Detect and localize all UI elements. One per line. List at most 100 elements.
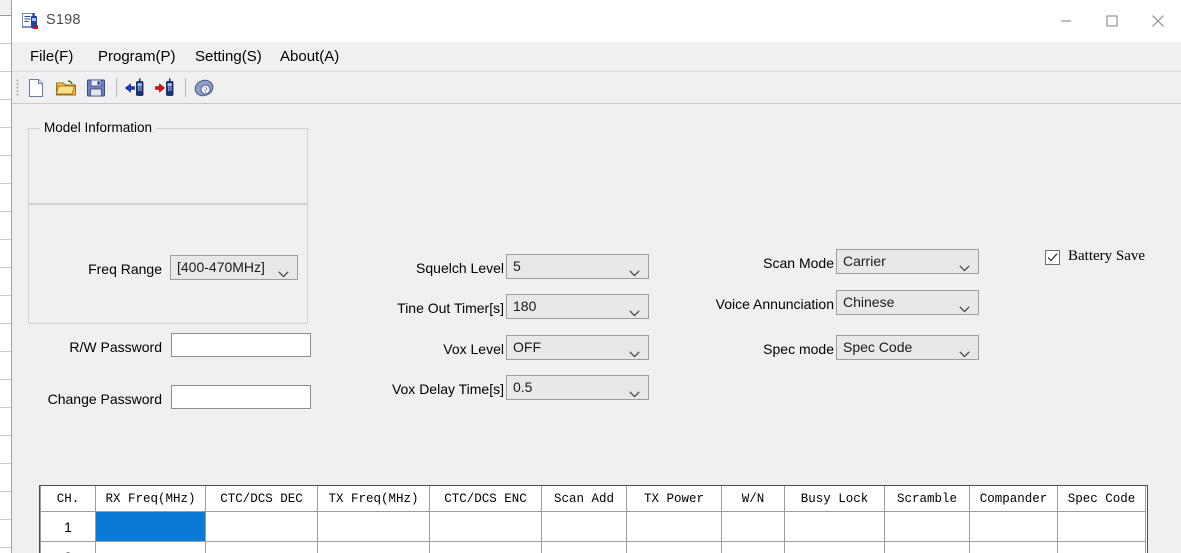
- col-header-ctc-dcs-dec[interactable]: CTC/DCS DEC: [205, 486, 318, 512]
- table-cell[interactable]: [205, 511, 318, 542]
- table-cell[interactable]: [969, 541, 1058, 553]
- table-cell[interactable]: [429, 541, 542, 553]
- vox-delay-time-combo[interactable]: 0.5: [506, 375, 649, 400]
- table-cell[interactable]: [884, 511, 970, 542]
- col-header-ctc-dcs-enc[interactable]: CTC/DCS ENC: [429, 486, 542, 512]
- table-cell[interactable]: [1057, 541, 1146, 553]
- table-cell[interactable]: [95, 541, 206, 553]
- chevron-down-icon: [959, 259, 970, 272]
- col-header-tx-power[interactable]: TX Power: [626, 486, 722, 512]
- col-header-rx-freq[interactable]: RX Freq(MHz): [95, 486, 206, 512]
- change-password-field[interactable]: [171, 385, 311, 409]
- voice-annunciation-label: Voice Annunciation: [715, 296, 834, 312]
- chevron-down-icon: [629, 345, 640, 358]
- window-title: S198: [46, 12, 81, 28]
- read-from-radio-icon[interactable]: [124, 77, 146, 99]
- channel-table: CH. RX Freq(MHz) CTC/DCS DEC TX Freq(MHz…: [40, 486, 1146, 553]
- menu-bar: File(F) Program(P) Setting(S) About(A): [12, 42, 1181, 72]
- menu-setting[interactable]: Setting(S): [189, 46, 268, 67]
- col-header-compander[interactable]: Compander: [969, 486, 1058, 512]
- squelch-level-label: Squelch Level: [416, 260, 504, 276]
- rw-password-input[interactable]: [172, 334, 310, 356]
- squelch-level-value: 5: [513, 258, 521, 274]
- scan-mode-label: Scan Mode: [763, 255, 834, 271]
- vox-level-combo[interactable]: OFF: [506, 335, 649, 360]
- spec-mode-combo[interactable]: Spec Code: [836, 335, 979, 360]
- battery-save-label: Battery Save: [1068, 248, 1146, 264]
- svg-text:?: ?: [204, 87, 207, 95]
- vox-delay-time-label: Vox Delay Time[s]: [391, 381, 504, 397]
- table-cell[interactable]: [884, 541, 970, 553]
- table-header-row: CH. RX Freq(MHz) CTC/DCS DEC TX Freq(MHz…: [40, 486, 1146, 512]
- vox-delay-time-value: 0.5: [513, 379, 533, 395]
- table-cell[interactable]: [969, 511, 1058, 542]
- col-header-tx-freq[interactable]: TX Freq(MHz): [317, 486, 430, 512]
- table-cell[interactable]: [1057, 511, 1146, 542]
- change-password-input[interactable]: [172, 386, 310, 408]
- time-out-timer-value: 180: [513, 298, 537, 314]
- channel-grid[interactable]: CH. RX Freq(MHz) CTC/DCS DEC TX Freq(MHz…: [39, 485, 1148, 553]
- table-cell[interactable]: [721, 511, 785, 542]
- change-password-label: Change Password: [47, 391, 162, 407]
- col-header-busy-lock[interactable]: Busy Lock: [784, 486, 885, 512]
- save-floppy-icon[interactable]: [85, 77, 107, 99]
- close-button[interactable]: [1135, 0, 1181, 41]
- toolbar-separator: [185, 78, 186, 97]
- table-row: 1: [40, 511, 1146, 542]
- title-bar: S198: [12, 0, 1181, 42]
- col-header-wn[interactable]: W/N: [721, 486, 785, 512]
- toolbar-grip[interactable]: [16, 79, 19, 96]
- time-out-timer-label: Tine Out Timer[s]: [397, 300, 504, 316]
- write-to-radio-icon[interactable]: [154, 77, 176, 99]
- voice-annunciation-value: Chinese: [843, 294, 895, 310]
- col-header-ch[interactable]: CH.: [40, 486, 96, 512]
- voice-annunciation-combo[interactable]: Chinese: [836, 290, 979, 315]
- app-icon: [21, 12, 39, 29]
- table-cell[interactable]: [541, 511, 627, 542]
- model-information-title: Model Information: [40, 120, 157, 135]
- rw-password-label: R/W Password: [69, 339, 162, 355]
- table-cell[interactable]: [721, 541, 785, 553]
- table-cell[interactable]: [626, 511, 722, 542]
- menu-about[interactable]: About(A): [274, 46, 345, 67]
- table-cell[interactable]: [429, 511, 542, 542]
- col-header-scramble[interactable]: Scramble: [884, 486, 970, 512]
- chevron-down-icon: [629, 304, 640, 317]
- selected-table-cell[interactable]: [95, 511, 206, 542]
- chevron-down-icon: [959, 300, 970, 313]
- checkbox-box: [1045, 250, 1060, 265]
- minimize-button[interactable]: [1043, 0, 1089, 41]
- vox-level-label: Vox Level: [443, 341, 504, 357]
- col-header-scan-add[interactable]: Scan Add: [541, 486, 627, 512]
- chevron-down-icon: [959, 345, 970, 358]
- table-cell[interactable]: [317, 511, 430, 542]
- help-about-icon[interactable]: ?: [193, 77, 215, 99]
- application-window: S198 File(F) Program(P) Setting(S) About…: [11, 0, 1181, 553]
- open-folder-icon[interactable]: [55, 77, 77, 99]
- table-cell[interactable]: [784, 511, 885, 542]
- spec-mode-label: Spec mode: [763, 341, 834, 357]
- time-out-timer-combo[interactable]: 180: [506, 294, 649, 319]
- spec-mode-value: Spec Code: [843, 339, 913, 355]
- scan-mode-value: Carrier: [843, 253, 886, 269]
- tool-bar: ?: [12, 72, 1181, 104]
- menu-file[interactable]: File(F): [24, 46, 79, 67]
- maximize-button[interactable]: [1089, 0, 1135, 41]
- rw-password-field[interactable]: [171, 333, 311, 357]
- password-group: [28, 204, 308, 324]
- table-row: 2: [40, 541, 1146, 553]
- table-cell[interactable]: [317, 541, 430, 553]
- table-cell[interactable]: [541, 541, 627, 553]
- vox-level-value: OFF: [513, 339, 541, 355]
- table-cell[interactable]: [205, 541, 318, 553]
- squelch-level-combo[interactable]: 5: [506, 254, 649, 279]
- scan-mode-combo[interactable]: Carrier: [836, 249, 979, 274]
- row-header-cell[interactable]: 1: [40, 511, 96, 542]
- table-cell[interactable]: [784, 541, 885, 553]
- row-header-cell[interactable]: 2: [40, 541, 96, 553]
- table-cell[interactable]: [626, 541, 722, 553]
- menu-program[interactable]: Program(P): [92, 46, 182, 67]
- new-file-icon[interactable]: [25, 77, 47, 99]
- col-header-spec-code[interactable]: Spec Code: [1057, 486, 1146, 512]
- table-body: 123456: [40, 511, 1146, 553]
